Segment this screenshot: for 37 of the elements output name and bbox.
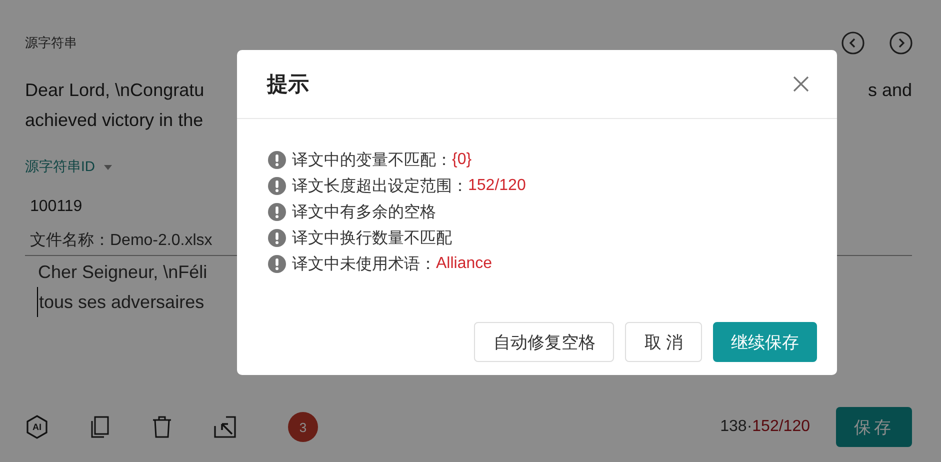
trash-icon[interactable] [152,416,172,438]
warning-icon [268,151,286,169]
warning-icon [268,229,286,247]
source-text: Dear Lord, \nCongratu [25,79,204,102]
copy-icon[interactable] [90,416,110,438]
warning-detail: Alliance [436,255,492,273]
source-text: achieved victory in the [25,109,204,132]
character-count: 138· [720,418,752,436]
close-icon[interactable] [793,76,809,92]
translation-text[interactable]: Cher Seigneur, \nFéli [37,257,208,287]
arrow-in-box-icon[interactable] [214,416,236,438]
issue-count-badge[interactable]: 3 [288,412,318,442]
translation-text[interactable]: tous ses adversaires [37,287,204,317]
dropdown-caret-icon[interactable] [104,164,112,170]
warning-icon [268,255,286,273]
warning-text: 译文中换行数量不匹配 [292,228,452,248]
warning-detail: {0} [452,151,472,169]
previous-icon[interactable] [841,31,865,55]
warning-text: 译文长度超出设定范围： [292,176,468,196]
warning-text: 译文中有多余的空格 [292,202,436,222]
warning-icon [268,177,286,195]
dialog-button[interactable]: 取 消 [625,322,702,362]
warning-text: 译文中的变量不匹配： [292,150,452,170]
dialog-title: 提示 [267,72,309,98]
continue-save-button[interactable]: 继续保存 [713,322,817,362]
next-icon[interactable] [889,31,913,55]
source-id-label[interactable]: 源字符串ID [25,158,95,176]
warning-detail: 152/120 [468,177,526,195]
source-id-value: 100119 [30,198,82,216]
length-limit: 152/120 [752,418,810,436]
source-text: s and [868,79,912,102]
source-label: 源字符串 [25,34,77,52]
warning-text: 译文中未使用术语： [292,254,436,274]
save-button[interactable]: 保存 [836,407,912,447]
ai-button[interactable]: AI [26,415,48,439]
warning-icon [268,203,286,221]
dialog-button[interactable]: 自动修复空格 [474,322,614,362]
